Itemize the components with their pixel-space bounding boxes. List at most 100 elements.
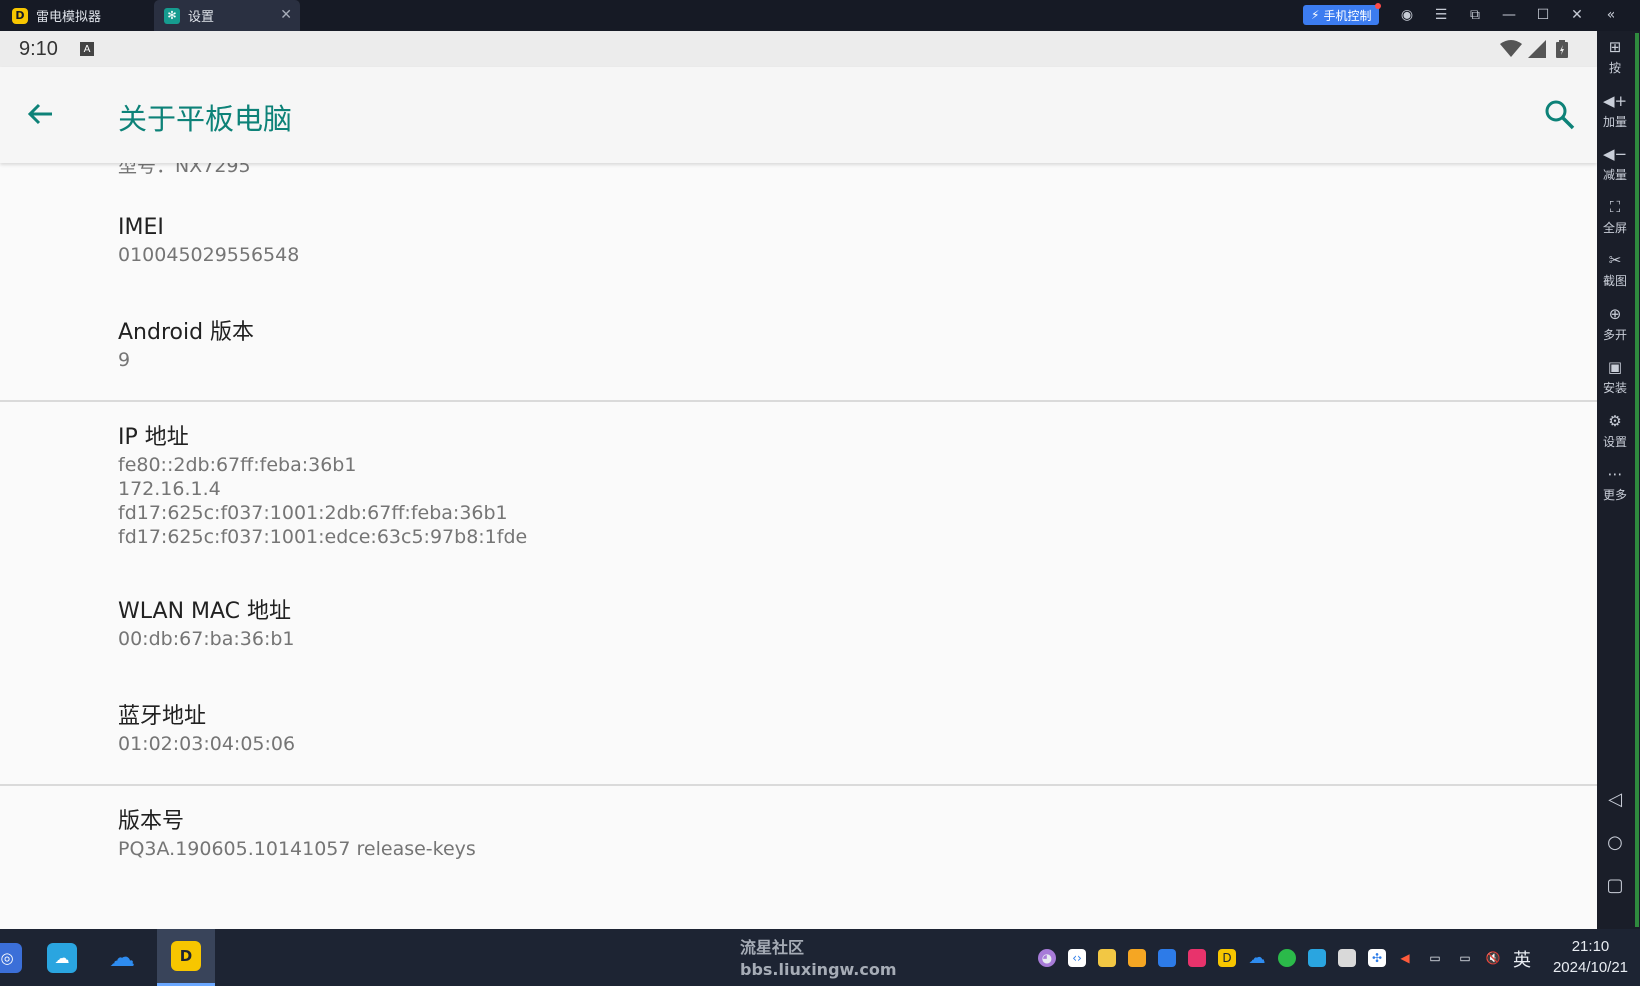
sidebar-scrollbar[interactable] — [1635, 33, 1639, 927]
tray-cloud-icon[interactable] — [1308, 949, 1326, 967]
sidebar-volume-up-button[interactable]: ◀+ 加量 — [1597, 91, 1633, 130]
list-item-imei[interactable]: IMEI 010045029556548 — [118, 213, 299, 267]
network-tray-icon[interactable]: ▭ — [1456, 949, 1474, 967]
tab-settings[interactable]: ✻ 设置 ✕ — [154, 0, 300, 31]
notification-a-icon: A — [80, 42, 94, 56]
tray-flag-icon[interactable] — [1188, 949, 1206, 967]
close-icon[interactable]: ✕ — [1566, 4, 1588, 26]
tray-cube-icon[interactable] — [1158, 949, 1176, 967]
search-icon[interactable] — [1542, 97, 1578, 133]
input-method-indicator[interactable]: 英 — [1513, 946, 1531, 972]
recents-square-icon[interactable]: ▢ — [1597, 875, 1633, 896]
settings-gear-icon: ✻ — [164, 7, 180, 24]
minimize-icon[interactable]: — — [1498, 4, 1520, 26]
item-value: 9 — [118, 349, 131, 371]
item-value: fd17:625c:f037:1001:edce:63c5:97b8:1fde — [118, 526, 528, 548]
settings-list: 型号：NX7295 IMEI 010045029556548 Android 版… — [0, 155, 1597, 929]
section-divider — [0, 784, 1597, 786]
tray-shield-icon[interactable] — [1128, 949, 1146, 967]
tray-red-app-icon[interactable] — [1338, 949, 1356, 967]
apk-install-icon: ▣ — [1607, 358, 1623, 376]
sidebar-settings-button[interactable]: ⚙ 设置 — [1597, 411, 1633, 450]
cell-signal-icon — [1528, 40, 1546, 58]
taskbar-app-ldplayer[interactable]: D — [157, 929, 215, 986]
item-value: 172.16.1.4 — [118, 478, 221, 500]
item-value: 010045029556548 — [118, 244, 300, 266]
taskbar-clock[interactable]: 21:10 2024/10/21 — [1541, 936, 1640, 978]
sidebar-volume-down-button[interactable]: ◀− 减量 — [1597, 144, 1633, 183]
home-circle-icon[interactable]: ○ — [1597, 832, 1633, 853]
sidebar-label: 安装 — [1602, 381, 1627, 395]
tray-wechat-icon[interactable] — [1278, 949, 1296, 967]
item-title: 版本号 — [118, 809, 185, 834]
maximize-icon[interactable]: ☐ — [1532, 4, 1554, 26]
tray-cat-icon[interactable]: ◕ — [1038, 949, 1056, 967]
app-partial-icon: ◎ — [0, 942, 22, 973]
scissors-icon: ✂ — [1608, 251, 1622, 269]
item-value: 00:db:67:ba:36:b1 — [118, 628, 295, 650]
android-screen: 9:10 A 关于平板电脑 型号：NX7295 IMEI 01004502955… — [0, 31, 1597, 929]
menu-icon[interactable]: ☰ — [1430, 4, 1452, 26]
sidebar-screenshot-button[interactable]: ✂ 截图 — [1597, 250, 1633, 289]
more-icon: ⋯ — [1607, 465, 1623, 483]
taskbar-app-onedrive[interactable]: ☁ — [93, 929, 151, 986]
windows-taskbar: ◎ ☁ ☁ D 流星社区 bbs.liuxingw.com ◕ ‹› D ☁ ✣… — [0, 929, 1640, 986]
clock-date: 2024/10/21 — [1552, 959, 1629, 976]
page-title: 关于平板电脑 — [118, 102, 293, 136]
list-item-android-version[interactable]: Android 版本 9 — [118, 318, 254, 372]
tray-ldplayer-icon[interactable]: D — [1218, 949, 1236, 967]
watermark-line: 流星社区 — [740, 938, 805, 957]
back-arrow-icon[interactable] — [22, 97, 58, 133]
tab-close-icon[interactable]: ✕ — [280, 7, 292, 23]
taskbar-app-partial[interactable]: ◎ — [0, 929, 36, 986]
collapse-icon[interactable]: « — [1600, 4, 1622, 26]
emulator-sidebar: ⊞ 按 ◀+ 加量 ◀− 减量 ⛶ 全屏 ✂ 截图 ⊕ 多开 ▣ 安装 ⚙ 设置 ⋯ 更多 ◁ ○… — [1597, 31, 1640, 929]
ldplayer-logo-icon: D — [12, 7, 28, 24]
battery-tray-icon[interactable]: ▭ — [1426, 949, 1444, 967]
tray-folder-icon[interactable] — [1098, 949, 1116, 967]
taskbar-app-cloud-drive[interactable]: ☁ — [33, 929, 91, 986]
android-status-bar: 9:10 A — [0, 31, 1597, 67]
tab-label: 雷电模拟器 — [36, 9, 102, 24]
sidebar-multi-instance-button[interactable]: ⊕ 多开 — [1597, 304, 1633, 343]
sidebar-install-button[interactable]: ▣ 安装 — [1597, 357, 1633, 396]
tray-megaphone-icon[interactable]: ◀ — [1396, 949, 1414, 967]
volume-up-icon: ◀+ — [1602, 92, 1628, 110]
onedrive-icon: ☁ — [109, 942, 135, 973]
ldplayer-icon: D — [171, 941, 201, 971]
item-title: WLAN MAC 地址 — [118, 599, 292, 624]
sidebar-keymap-button[interactable]: ⊞ 按 — [1597, 37, 1633, 76]
phone-control-button[interactable]: ⚡ 手机控制 — [1303, 3, 1382, 25]
restore-icon[interactable]: ⧉ — [1464, 4, 1486, 26]
user-icon[interactable]: ◉ — [1396, 4, 1418, 26]
tray-code-icon[interactable]: ‹› — [1068, 949, 1086, 967]
back-triangle-icon[interactable]: ◁ — [1597, 789, 1633, 810]
tray-onedrive-icon[interactable]: ☁ — [1248, 948, 1266, 968]
sidebar-label: 设置 — [1602, 435, 1627, 449]
status-time: 9:10 — [19, 38, 58, 60]
tab-ldplayer[interactable]: D 雷电模拟器 — [0, 0, 152, 31]
sidebar-label: 按 — [1608, 61, 1621, 75]
sidebar-more-button[interactable]: ⋯ 更多 — [1597, 464, 1633, 503]
volume-muted-icon[interactable]: 🔇 — [1484, 949, 1502, 967]
sidebar-label: 加量 — [1602, 115, 1627, 129]
tray-colorful-icon[interactable]: ✣ — [1368, 949, 1386, 967]
sidebar-label: 减量 — [1602, 168, 1627, 182]
list-item-wlan-mac[interactable]: WLAN MAC 地址 00:db:67:ba:36:b1 — [118, 597, 295, 651]
cloud-drive-icon: ☁ — [47, 942, 77, 973]
app-bar: 关于平板电脑 — [0, 67, 1597, 163]
sidebar-fullscreen-button[interactable]: ⛶ 全屏 — [1597, 197, 1633, 236]
sidebar-label: 全屏 — [1602, 221, 1627, 235]
list-item-build-number[interactable]: 版本号 PQ3A.190605.10141057 release-keys — [118, 807, 476, 861]
wifi-icon — [1500, 40, 1522, 57]
phone-control-label: 手机控制 — [1323, 8, 1372, 23]
section-divider — [0, 400, 1597, 402]
notification-dot — [1375, 3, 1382, 9]
tab-label: 设置 — [188, 9, 215, 24]
item-value: fd17:625c:f037:1001:2db:67ff:feba:36b1 — [118, 502, 508, 524]
item-value: fe80::2db:67ff:feba:36b1 — [118, 454, 357, 476]
list-item-ip-address[interactable]: IP 地址 fe80::2db:67ff:feba:36b1 172.16.1.… — [118, 423, 527, 549]
list-item-bluetooth-address[interactable]: 蓝牙地址 01:02:03:04:05:06 — [118, 702, 295, 756]
sidebar-label: 截图 — [1602, 274, 1627, 288]
item-value: PQ3A.190605.10141057 release-keys — [118, 838, 476, 860]
